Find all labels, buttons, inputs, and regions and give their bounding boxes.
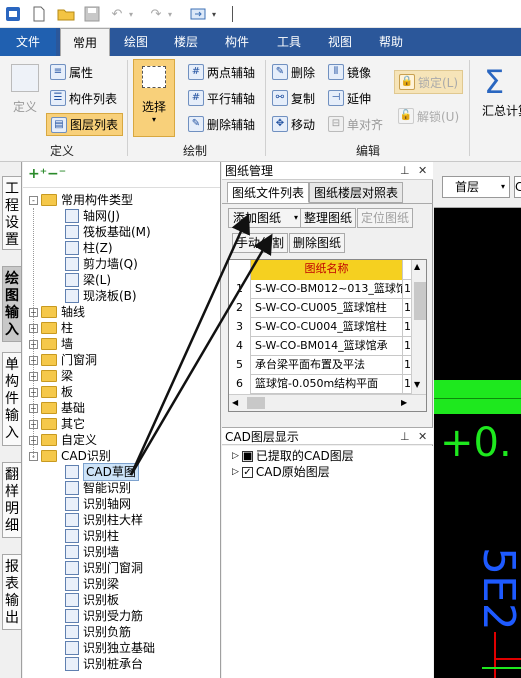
arrow-to-add-drawing: [129, 213, 250, 476]
annotation-arrows: [129, 213, 273, 476]
arrow-to-manual-split: [129, 233, 273, 476]
